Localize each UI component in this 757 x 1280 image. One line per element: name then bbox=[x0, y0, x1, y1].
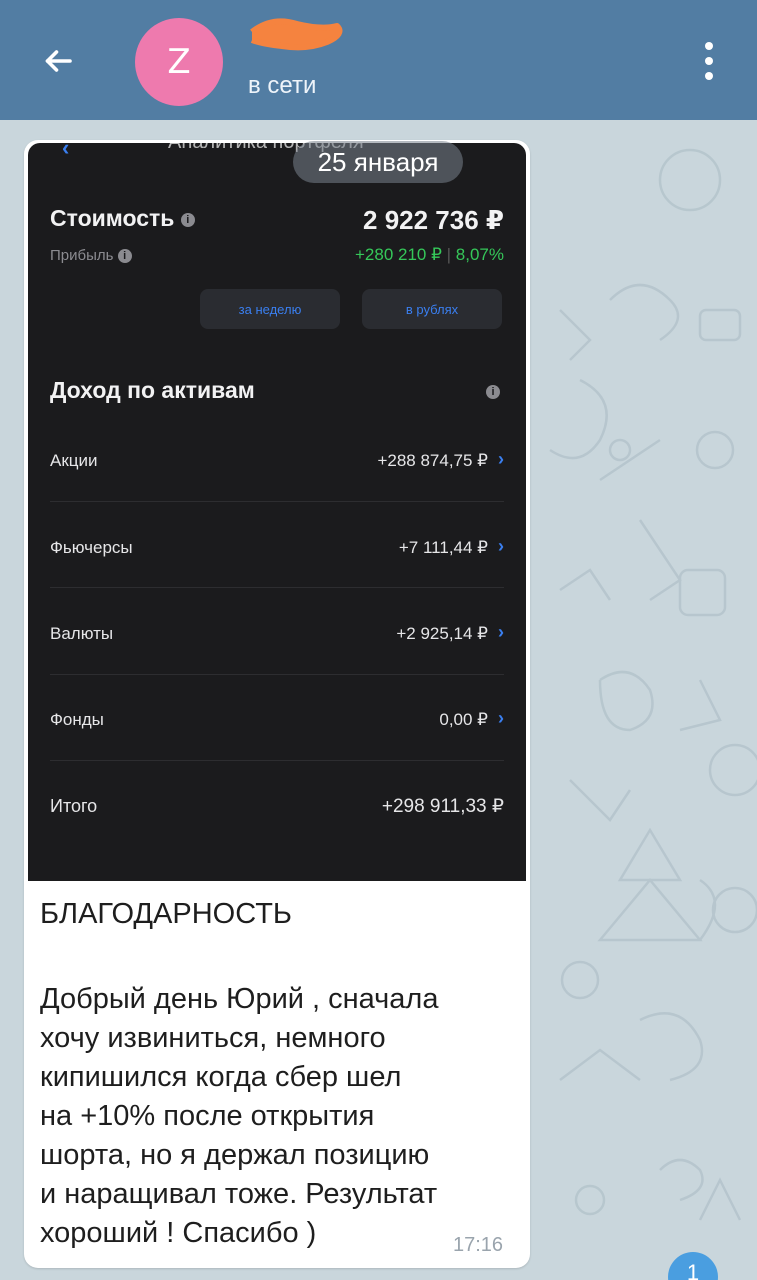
message-time: 17:16 bbox=[453, 1234, 504, 1256]
message-line: кипишился когда сбер шел bbox=[40, 1061, 402, 1093]
divider bbox=[50, 501, 504, 502]
row-currencies-label: Валюты bbox=[50, 624, 114, 643]
info-icon: i bbox=[117, 249, 132, 264]
divider bbox=[50, 587, 504, 588]
message-line: Добрый день Юрий , сначала bbox=[40, 983, 439, 1015]
chat-header: Z в сети bbox=[0, 0, 757, 120]
profit-label: Прибыль i bbox=[50, 247, 132, 264]
portfolio-value-label: Стоимость i bbox=[50, 205, 195, 232]
more-vertical-icon[interactable] bbox=[691, 38, 727, 84]
currency-button: в рублях bbox=[362, 289, 502, 329]
section-title: Доход по активам bbox=[50, 377, 255, 403]
chevron-right-icon: › bbox=[498, 622, 504, 642]
row-funds-label: Фонды bbox=[50, 710, 104, 729]
row-currencies-value: +2 925,14 ₽ bbox=[396, 624, 488, 643]
row-funds-value: 0,00 ₽ bbox=[439, 710, 488, 729]
message-title: БЛАГОДАРНОСТЬ bbox=[40, 898, 292, 930]
date-badge: 25 января bbox=[293, 141, 463, 183]
message-line: и наращивал тоже. Результат bbox=[40, 1178, 438, 1210]
message-line: хочу извиниться, немного bbox=[40, 1022, 386, 1054]
message-line: хороший ! Спасибо ) bbox=[40, 1217, 317, 1249]
profit-value: +280 210 ₽ | 8,07% bbox=[354, 245, 504, 264]
chevron-left-icon: ‹ bbox=[62, 143, 70, 160]
row-stocks-value: +288 874,75 ₽ bbox=[377, 451, 488, 470]
redacted-name-scribble bbox=[250, 18, 343, 51]
divider bbox=[50, 760, 504, 761]
message-body: Добрый день Юрий , сначала хочу извинить… bbox=[40, 980, 520, 1253]
row-futures-value: +7 111,44 ₽ bbox=[398, 538, 488, 557]
chevron-right-icon: › bbox=[498, 536, 504, 556]
message-photo[interactable]: Аналитика портфеля ‹ Стоимость i 2 922 7… bbox=[28, 143, 526, 881]
row-stocks-label: Акции bbox=[50, 451, 98, 470]
chevron-right-icon: › bbox=[498, 708, 504, 728]
total-label: Итого bbox=[50, 796, 98, 816]
info-icon: i bbox=[486, 385, 500, 399]
period-button: за неделю bbox=[200, 289, 340, 329]
chevron-right-icon: › bbox=[498, 449, 504, 469]
online-status: в сети bbox=[248, 72, 317, 99]
portfolio-value: 2 922 736 ₽ bbox=[363, 205, 504, 235]
info-icon: i bbox=[180, 212, 195, 227]
avatar[interactable]: Z bbox=[135, 18, 223, 106]
divider bbox=[50, 674, 504, 675]
message-line: шорта, но я держал позицию bbox=[40, 1139, 430, 1171]
row-futures-label: Фьючерсы bbox=[50, 538, 133, 557]
total-value: +298 911,33 ₽ bbox=[381, 796, 504, 817]
message-line: на +10% после открытия bbox=[40, 1100, 375, 1132]
back-arrow-icon[interactable] bbox=[28, 36, 88, 86]
